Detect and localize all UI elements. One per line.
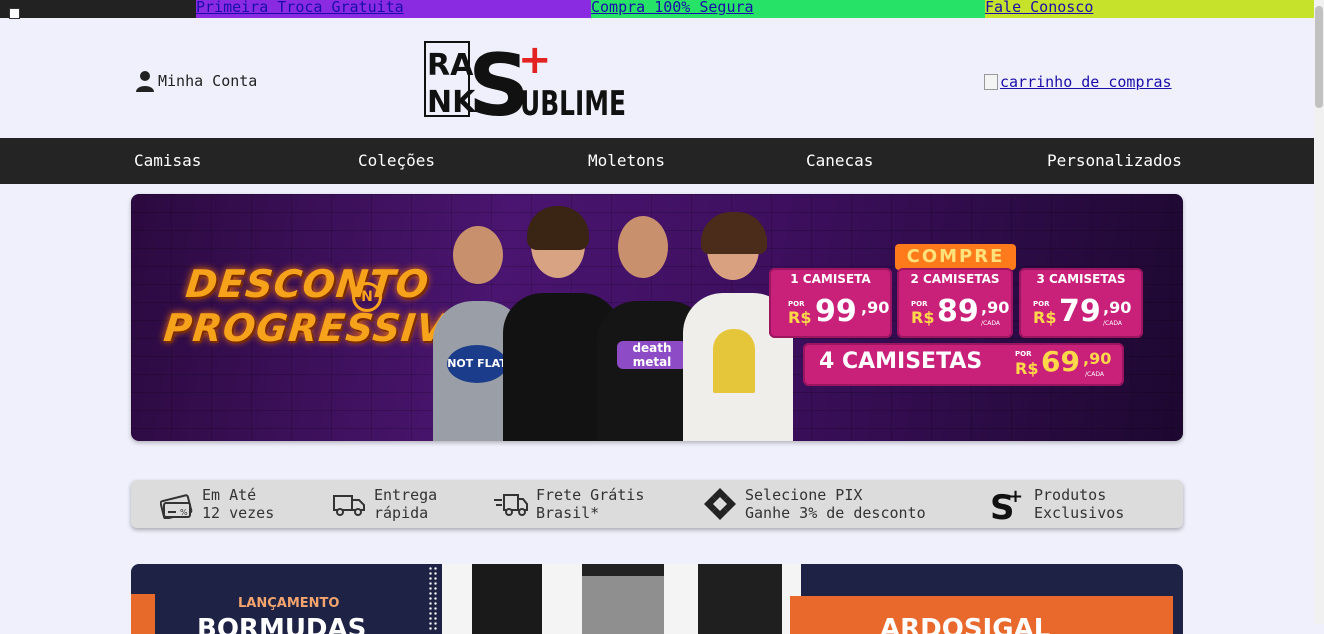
offer-3-rs: R$ [1033, 308, 1057, 327]
feature-installments: % Em Até 12 vezes [160, 480, 274, 528]
logo-plus: + [518, 41, 552, 83]
launch-banner-accent [131, 594, 155, 634]
feature-delivery: Entrega rápida [332, 480, 437, 528]
offer-4-cents: ,90 [1083, 349, 1112, 368]
promo-link-troca[interactable]: Primeira Troca Gratuita [196, 0, 404, 16]
offer-1-por: POR [788, 300, 805, 308]
promo-bar-left [0, 0, 196, 18]
cart-icon [984, 74, 998, 90]
scrollbar-thumb[interactable] [1315, 6, 1323, 108]
feature-pix: Selecione PIX Ganhe 3% de desconto [703, 480, 926, 528]
page-scrollbar[interactable] [1314, 0, 1324, 624]
feature-delivery-line1: Entrega [374, 486, 438, 504]
compre-tag: COMPRE [895, 244, 1016, 270]
offer-2-title: 2 CAMISETAS [910, 272, 1000, 286]
saint-print [713, 329, 755, 393]
feature-exclusive-text: Produtos Exclusivos [1034, 486, 1124, 522]
offer-3-title: 3 CAMISETAS [1036, 272, 1126, 286]
feature-free-shipping-line1: Frete Grátis [536, 486, 645, 504]
offer-4-price: 69 [1041, 345, 1080, 378]
feature-installments-text: Em Até 12 vezes [202, 486, 274, 522]
offer-2-cents: ,90 [981, 298, 1010, 317]
feature-delivery-text: Entrega rápida [374, 486, 437, 522]
svg-text:%: % [180, 508, 188, 517]
offer-3-cada: /CADA [1103, 320, 1122, 327]
cart-alt-text: carrinho de compras [1000, 73, 1172, 91]
promo-link-contato[interactable]: Fale Conosco [985, 0, 1093, 16]
offer-1-title: 1 CAMISETA [790, 272, 871, 286]
offer-1-camiseta: 1 CAMISETA POR R$ 99 ,90 [769, 268, 892, 338]
offer-2-rs: R$ [911, 308, 935, 327]
account-label: Minha Conta [158, 72, 258, 90]
brand-s-plus-icon: S + [990, 486, 1023, 522]
offer-3-por: POR [1033, 300, 1050, 308]
truck-icon [333, 495, 365, 516]
user-icon [136, 71, 154, 92]
svg-text:+: + [1008, 486, 1023, 507]
account-link[interactable]: Minha Conta [136, 70, 257, 92]
main-nav: Camisas Coleções Moletons Canecas Person… [0, 138, 1314, 184]
launch-tag: LANÇAMENTO [238, 596, 340, 611]
person-3-head [618, 216, 668, 278]
promo-segment-contato: Fale Conosco [985, 0, 1314, 18]
hero-banner[interactable]: DESCONTO PROGRESSIVO N NOT FLAT death me… [131, 194, 1183, 441]
offer-3-price: 79 [1059, 294, 1101, 329]
offer-1-rs: R$ [788, 308, 812, 327]
offer-4-title: 4 CAMISETAS [819, 349, 983, 374]
feature-installments-line2: 12 vezes [202, 504, 275, 522]
feature-pix-text: Selecione PIX Ganhe 3% de desconto [745, 486, 926, 522]
offer-1-cents: ,90 [861, 298, 890, 317]
offer-2-cada: /CADA [981, 320, 1000, 327]
offer-4-cada: /CADA [1085, 371, 1104, 378]
feature-installments-line1: Em Até [202, 486, 257, 504]
menu-checkbox[interactable] [9, 8, 20, 19]
cart-link[interactable]: carrinho de compras [984, 73, 1172, 91]
feature-free-shipping: Frete Grátis Brasil* [494, 480, 644, 528]
logo-word: UBLIME [520, 84, 626, 119]
feature-free-shipping-text: Frete Grátis Brasil* [536, 486, 644, 522]
offer-2-price: 89 [937, 294, 979, 329]
fast-truck-icon [494, 494, 528, 516]
nav-item-colecoes[interactable]: Coleções [358, 138, 435, 184]
promo-bar: Primeira Troca Gratuita Compra 100% Segu… [0, 0, 1314, 18]
nav-item-canecas[interactable]: Canecas [806, 138, 873, 184]
feature-exclusive-line1: Produtos [1034, 486, 1107, 504]
feature-pix-line2: Ganhe 3% de desconto [745, 504, 926, 522]
feature-pix-line1: Selecione PIX [745, 486, 863, 504]
promo-link-segura[interactable]: Compra 100% Segura [591, 0, 754, 16]
banner-title-line1: DESCONTO [183, 262, 432, 306]
nav-item-personalizados[interactable]: Personalizados [1047, 138, 1182, 184]
rank-sublime-logo[interactable]: RA NK S UBLIME + [424, 36, 626, 136]
promo-segment-troca: Primeira Troca Gratuita [196, 0, 591, 18]
offer-3-camisetas: 3 CAMISETAS POR R$ 79 ,90 /CADA [1019, 268, 1143, 338]
banner-badge: N [352, 282, 382, 312]
feature-free-shipping-line2: Brasil* [536, 504, 600, 522]
offer-3-cents: ,90 [1103, 298, 1132, 317]
offer-4-rs: R$ [1015, 359, 1039, 378]
nasa-print: NOT FLAT [447, 345, 507, 383]
nav-item-moletons[interactable]: Moletons [588, 138, 665, 184]
offer-2-camisetas: 2 CAMISETAS POR R$ 89 ,90 /CADA [897, 268, 1013, 338]
offer-4-camisetas: 4 CAMISETAS POR R$ 69 ,90 /CADA [803, 343, 1124, 386]
launch-title-left: BORMUDAS [197, 614, 367, 634]
feature-exclusive: S + Produtos Exclusivos [990, 480, 1124, 528]
person-1-head [453, 226, 503, 284]
offer-1-price: 99 [815, 294, 857, 329]
promo-segment-segura: Compra 100% Segura [591, 0, 985, 18]
death-metal-print: death metal [617, 341, 687, 369]
nav-item-camisas[interactable]: Camisas [134, 138, 201, 184]
features-strip: % Em Até 12 vezes Entrega rápida Frete G… [131, 480, 1183, 528]
offer-4-por: POR [1015, 350, 1032, 358]
pix-icon [704, 488, 736, 520]
feature-delivery-line2: rápida [374, 504, 429, 522]
dot-pattern [428, 566, 438, 632]
feature-exclusive-line2: Exclusivos [1034, 504, 1125, 522]
credit-card-icon: % [160, 494, 193, 519]
offer-2-por: POR [911, 300, 928, 308]
launch-title-right: ARDOSIGAL [880, 614, 1051, 634]
launch-banner-right-panel: ARDOSIGAL [790, 596, 1173, 634]
